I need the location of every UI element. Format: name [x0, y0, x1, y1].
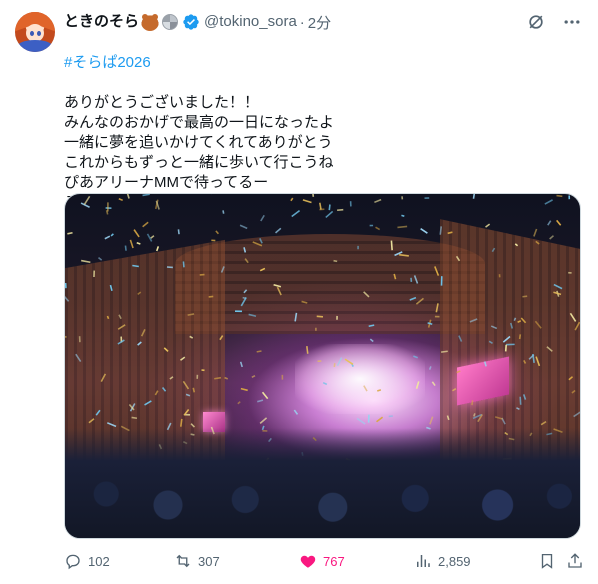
reply-count: 102: [88, 553, 110, 569]
repost-button[interactable]: 307: [174, 551, 220, 571]
views-button[interactable]: 2,859: [414, 551, 471, 571]
separator-dot: ·: [299, 13, 305, 31]
action-bar: 102 307 767 2,859: [64, 551, 582, 571]
timestamp[interactable]: 2分: [308, 12, 331, 33]
display-name[interactable]: ときのそら: [64, 12, 139, 32]
avatar[interactable]: [15, 12, 55, 52]
grok-icon[interactable]: [526, 12, 546, 32]
tweet: ときのそら @tokino_sora · 2分 #そらぱ2026 ありがとうござ…: [0, 0, 598, 584]
bookmark-button[interactable]: [538, 551, 562, 571]
like-count: 767: [323, 553, 345, 569]
tweet-photo[interactable]: [64, 193, 581, 539]
hashtag-link[interactable]: #そらぱ2026: [64, 53, 584, 73]
bear-emoji-icon: [141, 13, 160, 31]
more-icon[interactable]: [562, 12, 582, 32]
top-right-controls: [526, 12, 582, 32]
share-button[interactable]: [566, 551, 590, 571]
repost-count: 307: [198, 553, 220, 569]
tweet-text: #そらぱ2026 ありがとうございました！！ みんなのおかげで最高の一日になった…: [64, 33, 584, 213]
views-count: 2,859: [438, 553, 471, 569]
tweet-header: ときのそら @tokino_sora · 2分: [64, 12, 331, 32]
handle[interactable]: @tokino_sora: [204, 12, 297, 32]
like-heart-icon: [300, 555, 316, 568]
verified-badge-icon[interactable]: [182, 13, 200, 31]
reply-icon: [66, 554, 80, 570]
badge-emoji-icon: [162, 14, 179, 30]
like-button[interactable]: 767: [299, 551, 345, 571]
share-icon: [568, 553, 582, 568]
bookmark-icon: [541, 553, 553, 569]
reply-button[interactable]: 102: [64, 551, 110, 571]
repost-icon: [176, 554, 190, 568]
views-icon: [417, 555, 430, 567]
